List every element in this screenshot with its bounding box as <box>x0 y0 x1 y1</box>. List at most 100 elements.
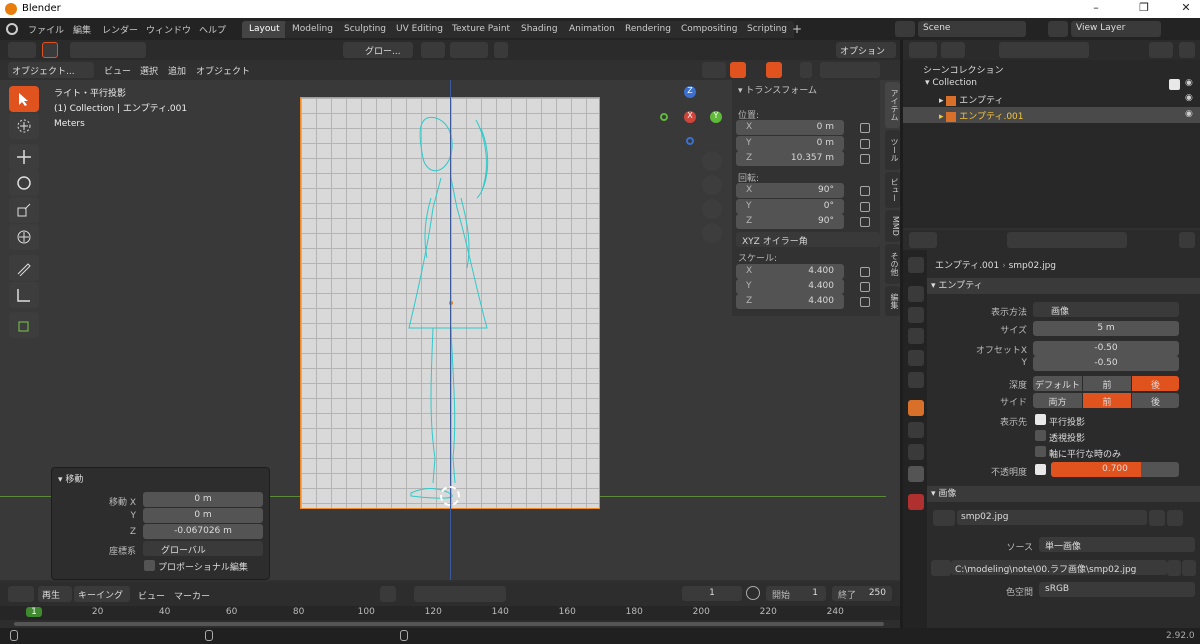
eye-icon[interactable]: ◉ <box>1185 78 1193 88</box>
start-frame-field[interactable]: 開始 1 <box>766 586 826 601</box>
offset-y-field[interactable]: -0.50 <box>1033 356 1179 371</box>
size-field[interactable]: 5 m <box>1033 321 1179 336</box>
3d-cursor-icon[interactable] <box>440 486 460 506</box>
properties-editor-icon[interactable] <box>909 232 937 248</box>
view-layer-icon[interactable] <box>1048 21 1068 37</box>
reload-icon[interactable] <box>1182 560 1196 576</box>
view-layer-selector[interactable]: View Layer <box>1071 21 1161 37</box>
move-x-field[interactable]: 0 m <box>143 492 263 507</box>
add-cube-tool-button[interactable] <box>9 312 39 338</box>
menu-window[interactable]: ウィンドウ <box>146 23 191 36</box>
timeline-menu-view[interactable]: ビュー <box>138 589 165 602</box>
image-browse-icon[interactable] <box>933 510 955 526</box>
collection-checkbox[interactable] <box>1169 79 1180 90</box>
viewport-menu-add[interactable]: 追加 <box>168 64 186 77</box>
playback-controls[interactable] <box>414 586 506 602</box>
end-frame-field[interactable]: 終了 250 <box>832 586 892 601</box>
timeline-editor-icon[interactable] <box>8 586 34 602</box>
sidebar-tab-mmd[interactable]: MMD <box>885 210 900 242</box>
lock-icon[interactable] <box>860 139 870 149</box>
perspective-checkbox[interactable] <box>1035 430 1046 441</box>
image-section-header[interactable]: ▾ 画像 <box>927 486 1200 502</box>
tab-modeling[interactable]: Modeling <box>285 21 340 38</box>
timeline-scrollbar[interactable] <box>14 622 884 626</box>
tab-animation[interactable]: Animation <box>562 21 622 38</box>
rotation-x-field[interactable]: X 90° <box>736 183 844 198</box>
display-mode-icon[interactable] <box>941 42 965 58</box>
gizmo-neg-y-axis[interactable] <box>660 113 668 121</box>
move-tool-button[interactable] <box>9 144 39 170</box>
tab-sculpting[interactable]: Sculpting <box>337 21 394 38</box>
editor-type-button[interactable] <box>8 42 36 58</box>
annotate-tool-button[interactable] <box>9 255 39 281</box>
filepath-field[interactable]: C:\modeling\note\00.ラフ画像\smp02.jpg <box>951 560 1167 575</box>
playback-dropdown[interactable]: 再生 <box>38 586 72 602</box>
properties-search-input[interactable] <box>1007 232 1127 248</box>
sidebar-tab-tool[interactable]: ツール <box>885 130 900 170</box>
viewport-menu-object[interactable]: オブジェクト <box>196 64 250 77</box>
depth-front-button[interactable]: 前 <box>1083 376 1131 391</box>
offset-x-field[interactable]: -0.50 <box>1033 341 1179 356</box>
tab-texture-paint[interactable]: Texture Paint <box>445 21 518 38</box>
filter-icon[interactable] <box>1149 42 1173 58</box>
measure-tool-button[interactable] <box>9 282 39 308</box>
scene-collection-row[interactable]: シーンコレクション <box>923 63 1004 76</box>
physics-props-icon[interactable] <box>908 422 924 438</box>
output-props-icon[interactable] <box>908 307 924 323</box>
current-frame-field[interactable]: 1 <box>682 586 742 601</box>
maximize-button[interactable]: ❐ <box>1134 1 1154 17</box>
menu-edit[interactable]: 編集 <box>73 23 91 36</box>
gizmo-y-axis[interactable]: Y <box>710 111 722 123</box>
select-tool-button[interactable] <box>9 86 39 112</box>
data-props-icon[interactable] <box>908 466 924 482</box>
viewport-menu-view[interactable]: ビュー <box>104 64 131 77</box>
menu-help[interactable]: ヘルプ <box>199 23 226 36</box>
outliner-item-selected[interactable]: ▸ エンプティ.001 <box>939 109 1024 122</box>
visibility-icon[interactable] <box>702 62 726 78</box>
tab-shading[interactable]: Shading <box>514 21 565 38</box>
blender-menu-icon[interactable] <box>6 23 18 35</box>
scene-props-icon[interactable] <box>908 350 924 366</box>
shading-mode-buttons[interactable] <box>820 62 880 78</box>
lock-icon[interactable] <box>860 186 870 196</box>
rotation-mode-dropdown[interactable]: XYZ オイラー角 <box>736 232 880 247</box>
sidebar-tab-misc[interactable]: その他 <box>885 244 900 284</box>
proportional-checkbox[interactable] <box>144 560 155 571</box>
mode-dropdown[interactable]: オブジェクト... <box>8 62 94 78</box>
grid-toggle-icon[interactable] <box>702 223 722 243</box>
texture-props-icon[interactable] <box>908 494 924 510</box>
sidebar-tab-item[interactable]: アイテム <box>885 82 900 128</box>
select-mode-icon[interactable] <box>42 42 58 58</box>
record-icon[interactable] <box>380 586 396 602</box>
viewport-menu-select[interactable]: 選択 <box>140 64 158 77</box>
lock-icon[interactable] <box>860 267 870 277</box>
tab-layout[interactable]: Layout <box>242 21 287 38</box>
lock-icon[interactable] <box>860 217 870 227</box>
empty-section-header[interactable]: ▾ エンプティ <box>927 278 1200 294</box>
view-layer-props-icon[interactable] <box>908 328 924 344</box>
depth-back-button[interactable]: 後 <box>1132 376 1179 391</box>
transform-orientation-dropdown[interactable]: グロー... <box>343 42 413 58</box>
frame-ruler[interactable]: 1 20 40 60 80 100 120 140 160 180 200 220 240 <box>0 606 900 620</box>
select-box-modes[interactable] <box>70 42 146 58</box>
tab-compositing[interactable]: Compositing <box>674 21 745 38</box>
source-dropdown[interactable]: 単一画像 <box>1039 537 1195 552</box>
pivot-icon[interactable] <box>421 42 445 58</box>
gizmo-x-axis[interactable]: X <box>684 111 696 123</box>
menu-render[interactable]: レンダー <box>102 23 138 36</box>
eye-icon[interactable]: ◉ <box>1185 93 1193 103</box>
sidebar-tab-view[interactable]: ビュー <box>885 172 900 208</box>
transform-header[interactable]: ▾ トランスフォーム <box>738 83 817 96</box>
lock-icon[interactable] <box>860 123 870 133</box>
lock-icon[interactable] <box>860 282 870 292</box>
rotation-z-field[interactable]: Z 90° <box>736 214 844 229</box>
tab-uv-editing[interactable]: UV Editing <box>389 21 450 38</box>
unlink-icon[interactable] <box>1167 510 1183 526</box>
object-props-icon[interactable] <box>908 400 924 416</box>
display-dropdown[interactable]: 画像 <box>1033 302 1179 317</box>
eye-icon[interactable]: ◉ <box>1185 109 1193 119</box>
orthographic-checkbox[interactable] <box>1035 414 1046 425</box>
xray-icon[interactable] <box>800 62 812 78</box>
opacity-checkbox[interactable] <box>1035 464 1046 475</box>
scale-x-field[interactable]: X 4.400 <box>736 264 844 279</box>
